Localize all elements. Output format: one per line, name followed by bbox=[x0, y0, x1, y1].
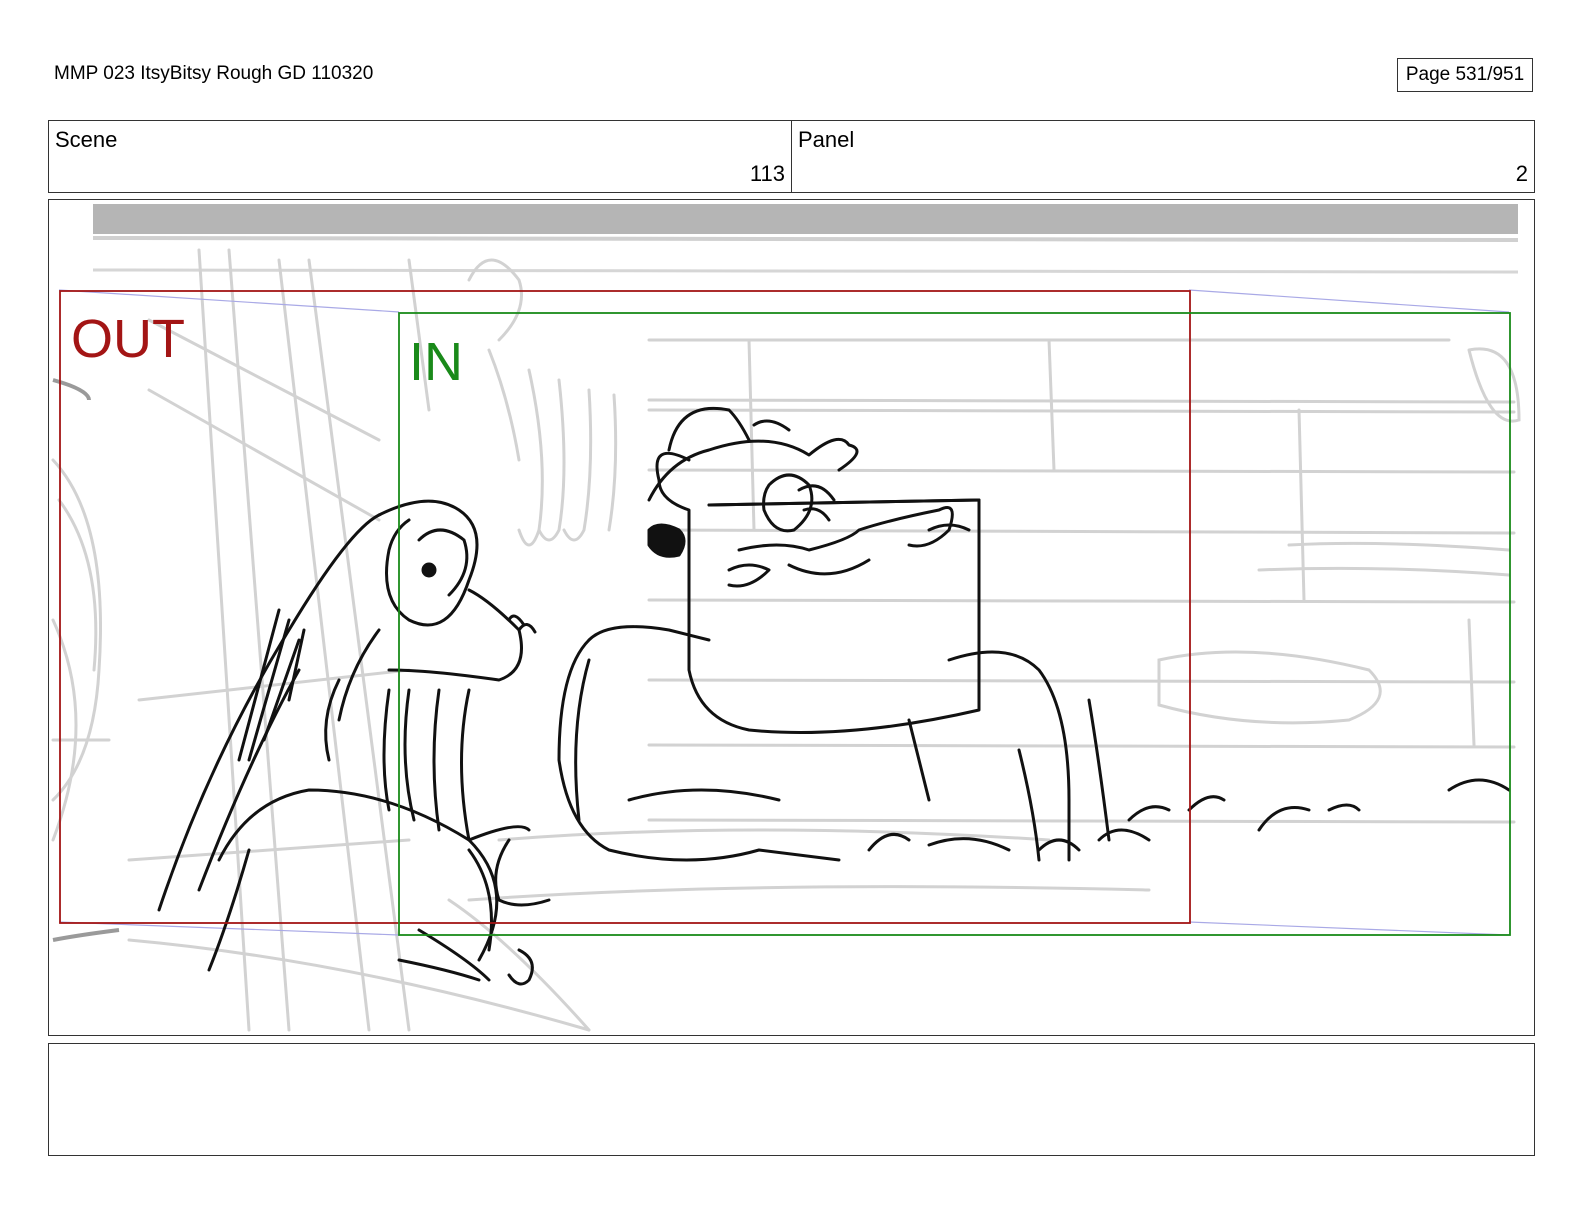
scene-label: Scene bbox=[55, 127, 118, 152]
in-frame-label: IN bbox=[409, 332, 463, 392]
storyboard-sketch: OUT IN bbox=[51, 204, 1521, 1032]
storyboard-artwork: OUT IN bbox=[48, 199, 1535, 1036]
top-gray-bar bbox=[93, 204, 1518, 234]
panel-notes-box bbox=[48, 1043, 1535, 1156]
out-frame-label: OUT bbox=[71, 309, 185, 369]
scene-cell: Scene 113 bbox=[49, 121, 791, 192]
in-frame: IN bbox=[398, 312, 1511, 936]
panel-label: Panel bbox=[798, 127, 855, 152]
background-sketch bbox=[51, 248, 1521, 1032]
scene-number: 113 bbox=[749, 161, 785, 186]
panel-number: 2 bbox=[1515, 161, 1528, 186]
page-number-badge: Page 531/951 bbox=[1397, 58, 1533, 92]
scene-panel-info: Scene 113 Panel 2 bbox=[48, 120, 1535, 193]
character-sketches bbox=[157, 406, 1511, 986]
document-title: MMP 023 ItsyBitsy Rough GD 110320 bbox=[54, 63, 374, 84]
out-frame: OUT bbox=[59, 290, 1191, 924]
panel-cell: Panel 2 bbox=[791, 121, 1534, 192]
